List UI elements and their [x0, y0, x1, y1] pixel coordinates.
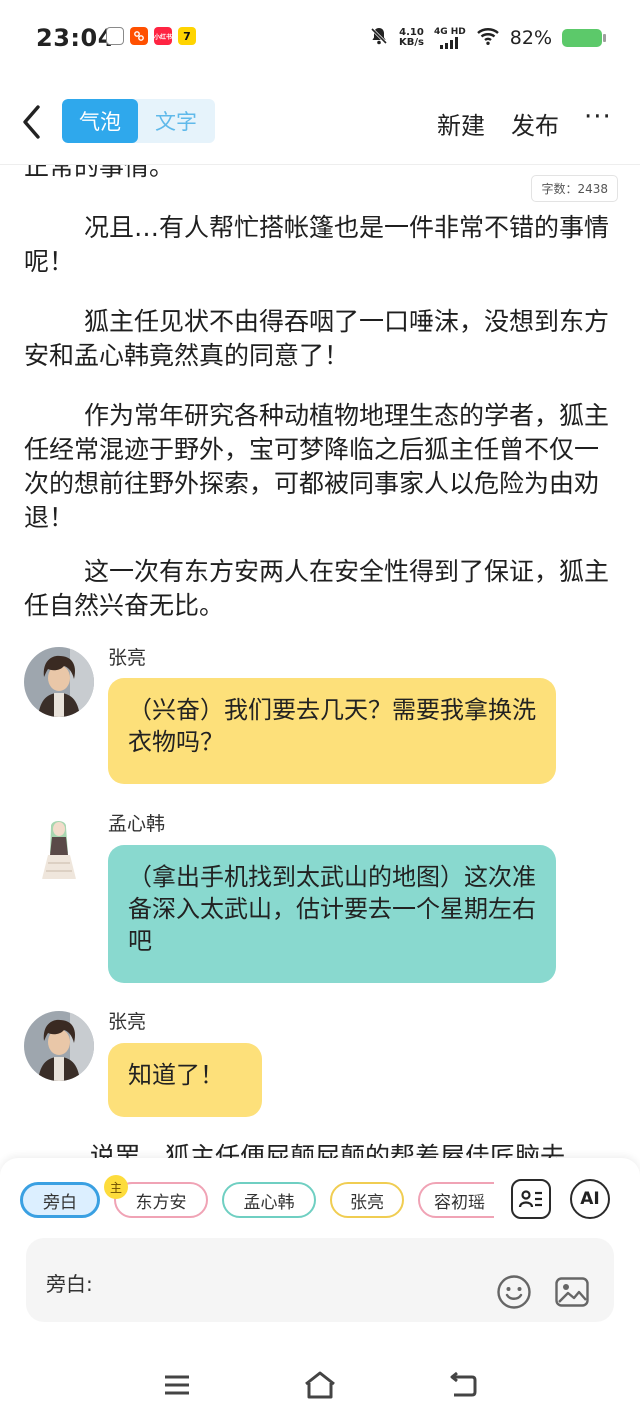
menu-icon: [165, 1375, 189, 1395]
taobao-app-icon: [130, 27, 148, 45]
emoji-button[interactable]: [496, 1274, 532, 1310]
avatar-mengxinhan[interactable]: [24, 813, 94, 883]
ai-button[interactable]: AI: [570, 1179, 610, 1219]
speaker-name: 孟心韩: [108, 813, 166, 835]
narration-paragraph[interactable]: 狐主任见状不由得吞咽了一口唾沫，没想到东方安和孟心韩竟然真的同意了！: [24, 305, 614, 373]
return-icon: [450, 1371, 477, 1397]
input-speaker-label: 旁白:: [46, 1272, 93, 1296]
chat-bubble[interactable]: （兴奋）我们要去几天？需要我拿换洗衣物吗？: [108, 678, 556, 784]
role-chip-mengxinhan[interactable]: 孟心韩: [222, 1182, 316, 1218]
more-options-button[interactable]: ···: [584, 102, 612, 132]
message-input[interactable]: 旁白:: [26, 1238, 614, 1322]
mute-bell-icon: [369, 26, 389, 50]
role-chip-zhangliang[interactable]: 张亮: [330, 1182, 404, 1218]
cell-signal: 4G HD: [433, 26, 466, 49]
battery-percent: 82%: [509, 27, 552, 49]
word-count-badge: 字数：2438: [531, 175, 618, 202]
chat-bubble[interactable]: 知道了！: [108, 1043, 262, 1117]
main-character-badge: 主: [104, 1175, 128, 1199]
system-nav-bar: [0, 1348, 640, 1422]
menu-nav-button[interactable]: [160, 1368, 194, 1402]
speaker-name: 张亮: [108, 647, 147, 669]
role-chip-narrator[interactable]: 旁白: [20, 1182, 100, 1218]
mode-toggle: 气泡 文字: [62, 99, 215, 143]
xiaohongshu-app-icon: 小红书: [154, 27, 172, 45]
paragraph-partial-top: 正常的事情。: [24, 165, 175, 181]
character-card-button[interactable]: [511, 1179, 551, 1219]
clock: 23:04: [36, 24, 115, 52]
network-type: 4G HD: [433, 26, 466, 37]
chat-bubble[interactable]: （拿出手机找到太武山的地图）这次准备深入太武山，估计要去一个星期左右吧: [108, 845, 556, 983]
speaker-name: 张亮: [108, 1011, 147, 1033]
role-selector: 旁白 东方安 孟心韩 张亮 容初瑶: [20, 1181, 494, 1221]
back-button[interactable]: [18, 102, 48, 142]
paragraph-partial-bottom: 说罢，狐主任便屁颠屁颠的帮着屋佳匠脑去: [90, 1142, 566, 1160]
signal-bars-icon: [439, 36, 458, 49]
narration-paragraph[interactable]: 况且…有人帮忙搭帐篷也是一件非常不错的事情呢！: [24, 211, 614, 279]
narration-paragraph[interactable]: 作为常年研究各种动植物地理生态的学者，狐主任经常混迹于野外，宝可梦降临之后狐主任…: [24, 399, 614, 535]
narration-paragraph[interactable]: 这一次有东方安两人在安全性得到了保证，狐主任自然兴奋无比。: [24, 555, 614, 623]
home-icon: [305, 1371, 335, 1399]
net-speed-unit: KB/s: [398, 37, 424, 48]
notification-icons: 小红书 7: [106, 27, 196, 45]
home-nav-button[interactable]: [302, 1368, 336, 1402]
tab-text[interactable]: 文字: [138, 99, 214, 143]
network-speed: 4.10 KB/s: [399, 28, 424, 48]
role-chip-rongchuyao[interactable]: 容初瑶: [418, 1182, 494, 1218]
status-bar: 23:04 小红书 7 4.10 KB/s 4G HD 82%: [0, 0, 640, 80]
status-icons: 4.10 KB/s 4G HD 82%: [369, 26, 606, 50]
avatar-zhangliang[interactable]: [24, 647, 94, 717]
contact-card-icon: [518, 1190, 542, 1208]
avatar-zhangliang[interactable]: [24, 1011, 94, 1081]
top-app-bar: 气泡 文字 新建 发布 ···: [0, 86, 640, 162]
back-nav-button[interactable]: [446, 1368, 480, 1402]
doc-app-icon: [106, 27, 124, 45]
image-button[interactable]: [554, 1274, 590, 1310]
chevron-left-icon: [23, 105, 40, 139]
emoji-icon: [497, 1275, 531, 1309]
story-content[interactable]: 正常的事情。 字数：2438 况且…有人帮忙搭帐篷也是一件非常不错的事情呢！ 狐…: [0, 165, 640, 1160]
role-chip-dongfangan[interactable]: 东方安: [114, 1182, 208, 1218]
new-button[interactable]: 新建: [437, 106, 485, 141]
yellow-app-icon: 7: [178, 27, 196, 45]
tab-bubble[interactable]: 气泡: [62, 99, 138, 143]
publish-button[interactable]: 发布: [511, 106, 559, 141]
image-icon: [555, 1277, 589, 1307]
battery-icon: [562, 29, 606, 47]
wifi-icon: [476, 26, 500, 50]
